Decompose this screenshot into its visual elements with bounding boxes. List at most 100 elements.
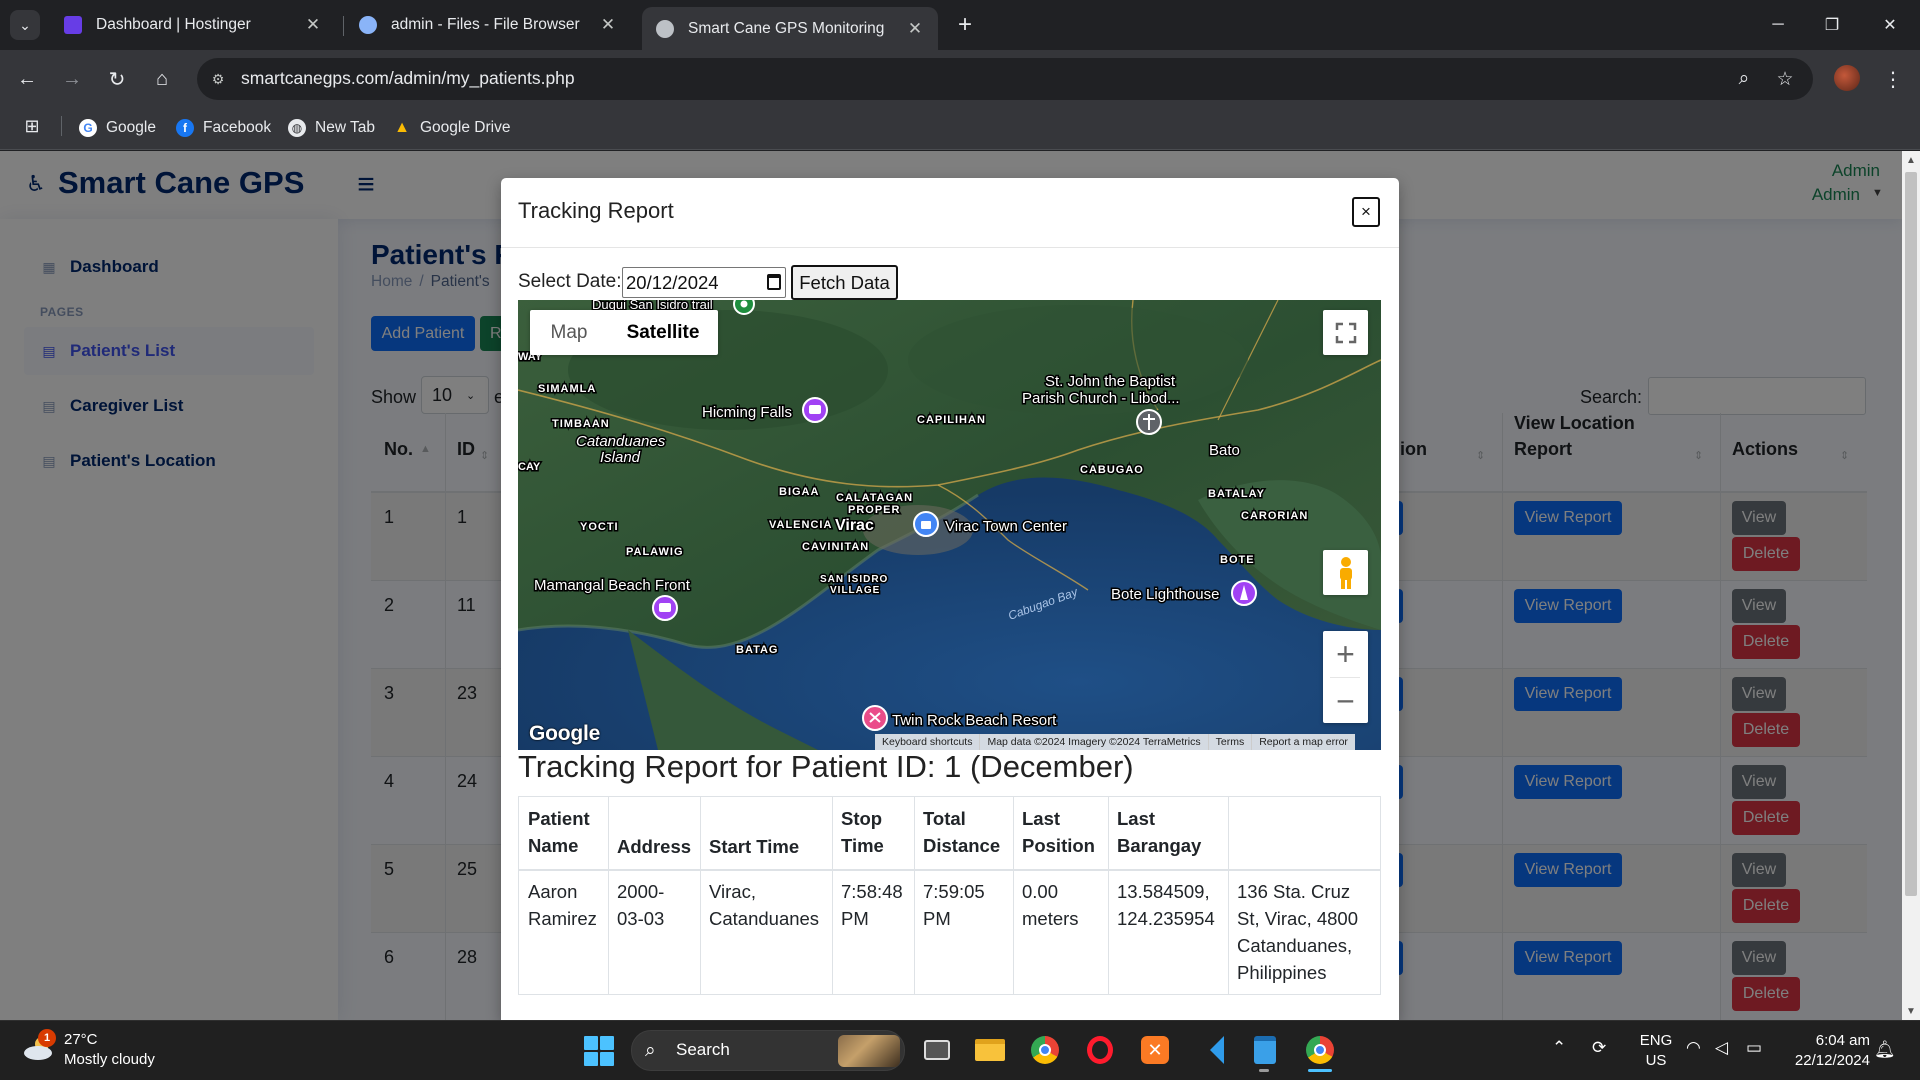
map-label: TIMBAAN [552, 418, 610, 430]
apps-grid-icon[interactable]: ⊞ [22, 116, 42, 136]
bookmark-new-tab[interactable]: ◍ New Tab [288, 115, 375, 141]
scroll-up-icon[interactable]: ▲ [1902, 151, 1920, 169]
close-tab-icon[interactable]: ✕ [304, 15, 322, 35]
volume-icon[interactable]: ◁ [1715, 1038, 1728, 1058]
wifi-icon[interactable]: ◠ [1686, 1038, 1701, 1058]
bookmark-star-icon[interactable]: ☆ [1768, 62, 1802, 96]
map-label: CARORIAN [1241, 510, 1308, 522]
map-pin-church[interactable] [1136, 409, 1162, 435]
report-column-divider [914, 796, 915, 995]
keyboard-shortcuts-link[interactable]: Keyboard shortcuts [875, 734, 981, 750]
show-hidden-icons-chevron-icon[interactable]: ⌃ [1552, 1038, 1566, 1058]
report-cell: 03-03 [617, 908, 665, 929]
site-info-icon[interactable]: ⚙ [203, 63, 233, 95]
map-pin-trail[interactable] [733, 300, 755, 315]
globe-icon [359, 16, 377, 34]
profile-avatar[interactable] [1834, 65, 1860, 91]
notepad-shape [1254, 1036, 1276, 1064]
map-label: YOCTI [580, 521, 619, 533]
globe-icon: ◍ [288, 119, 306, 137]
tab-search-button[interactable]: ⌄ [10, 10, 40, 40]
map-pin-mamangal[interactable] [652, 595, 678, 621]
vscode-shape [1196, 1036, 1224, 1064]
url-text[interactable]: smartcanegps.com/admin/my_patients.php [241, 68, 575, 89]
report-column-divider [832, 796, 833, 995]
report-cell: St, Virac, 4800 [1237, 908, 1359, 929]
scroll-down-icon[interactable]: ▼ [1902, 1002, 1920, 1020]
notepad-icon[interactable] [1247, 1032, 1283, 1068]
file-explorer-icon[interactable] [972, 1032, 1008, 1068]
chrome-active-icon[interactable] [1302, 1032, 1338, 1068]
vscode-icon[interactable] [1192, 1032, 1228, 1068]
fullscreen-button[interactable] [1323, 310, 1368, 355]
report-column-header: Patient [528, 808, 590, 829]
notification-bell-icon[interactable]: 🔔︎ [1874, 1040, 1896, 1060]
system-clock[interactable]: 6:04 am 22/12/2024 [1770, 1031, 1870, 1071]
xampp-icon[interactable]: ✕ [1137, 1032, 1173, 1068]
bookmark-google-drive[interactable]: ▲ Google Drive [393, 115, 510, 141]
chrome-icon[interactable] [1027, 1032, 1063, 1068]
tab-file-browser[interactable]: admin - Files - File Browser ✕ [345, 7, 631, 43]
google-maps-logo[interactable]: Google [529, 722, 600, 746]
reload-button[interactable]: ↻ [100, 62, 134, 96]
map-type-map-button[interactable]: Map [530, 310, 608, 355]
language-indicator[interactable]: ENG US [1636, 1031, 1676, 1071]
battery-icon[interactable]: ▭ [1746, 1038, 1762, 1058]
report-map-error-link[interactable]: Report a map error [1252, 734, 1355, 750]
map-pin-bote-lighthouse[interactable] [1231, 580, 1257, 606]
back-button[interactable]: ← [10, 62, 44, 96]
zoom-icon[interactable]: ⌕ [1727, 62, 1761, 96]
calendar-icon[interactable] [767, 274, 781, 290]
bookmark-facebook[interactable]: f Facebook [176, 115, 271, 141]
new-tab-button[interactable]: + [950, 10, 980, 40]
windows-start-icon[interactable] [584, 1036, 614, 1066]
report-cell: 136 Sta. Cruz [1237, 881, 1351, 902]
browser-menu-icon[interactable]: ⋮ [1878, 62, 1908, 96]
close-tab-icon[interactable]: ✕ [906, 19, 924, 39]
search-highlight-image[interactable] [838, 1035, 900, 1067]
zoom-out-button[interactable]: − [1323, 678, 1368, 724]
sync-icon[interactable]: ⟳ [1592, 1038, 1606, 1058]
scrollbar-thumb[interactable] [1905, 172, 1917, 896]
opera-icon[interactable] [1082, 1032, 1118, 1068]
forward-button[interactable]: → [55, 62, 89, 96]
report-table-header-divider [518, 869, 1380, 871]
zoom-in-button[interactable]: + [1323, 631, 1368, 677]
bookmark-google[interactable]: G Google [79, 115, 156, 141]
close-tab-icon[interactable]: ✕ [599, 15, 617, 35]
weather-description[interactable]: Mostly cloudy [64, 1051, 155, 1068]
chrome-center [1314, 1044, 1326, 1056]
close-window-button[interactable]: ✕ [1870, 8, 1910, 42]
report-cell: Ramirez [528, 908, 597, 929]
map-label: VALENCIA [769, 519, 832, 531]
fetch-data-button[interactable]: Fetch Data [791, 265, 898, 300]
modal-title: Tracking Report [518, 198, 674, 223]
map-type-control: Map Satellite [530, 310, 718, 355]
map-type-satellite-button[interactable]: Satellite [608, 310, 718, 355]
folder-shape [975, 1039, 1005, 1061]
weather-temperature[interactable]: 27°C [64, 1031, 98, 1048]
date-input[interactable]: 20/12/2024 [622, 267, 786, 298]
zoom-control: + − [1323, 631, 1368, 723]
minimize-button[interactable]: ─ [1758, 8, 1798, 42]
report-cell: Philippines [1237, 962, 1327, 983]
restore-button[interactable]: ❐ [1812, 8, 1852, 42]
map-pin-virac-center[interactable] [913, 511, 939, 537]
satellite-map[interactable]: Duqui San Isidro trail SIMAMLA TIMBAAN C… [518, 300, 1381, 750]
map-pin-twin-rock[interactable] [862, 705, 888, 731]
tab-hostinger[interactable]: Dashboard | Hostinger ✕ [50, 7, 336, 43]
map-label: BATAG [736, 644, 778, 656]
opera-shape [1087, 1036, 1113, 1064]
report-column-header: Stop [841, 808, 883, 829]
map-pin-hicming-falls[interactable] [802, 397, 828, 423]
report-column-header: Barangay [1117, 835, 1202, 856]
home-button[interactable]: ⌂ [145, 62, 179, 96]
task-view-icon[interactable] [919, 1032, 955, 1068]
map-attribution: Map data ©2024 Imagery ©2024 TerraMetric… [980, 734, 1209, 750]
tab-smart-cane[interactable]: Smart Cane GPS Monitoring ✕ [642, 7, 938, 50]
modal-close-button[interactable]: × [1352, 197, 1380, 227]
terms-link[interactable]: Terms [1209, 734, 1253, 750]
street-view-pegman[interactable] [1323, 550, 1368, 595]
report-cell: PM [923, 908, 951, 929]
map-label: CALATAGAN [836, 492, 913, 504]
